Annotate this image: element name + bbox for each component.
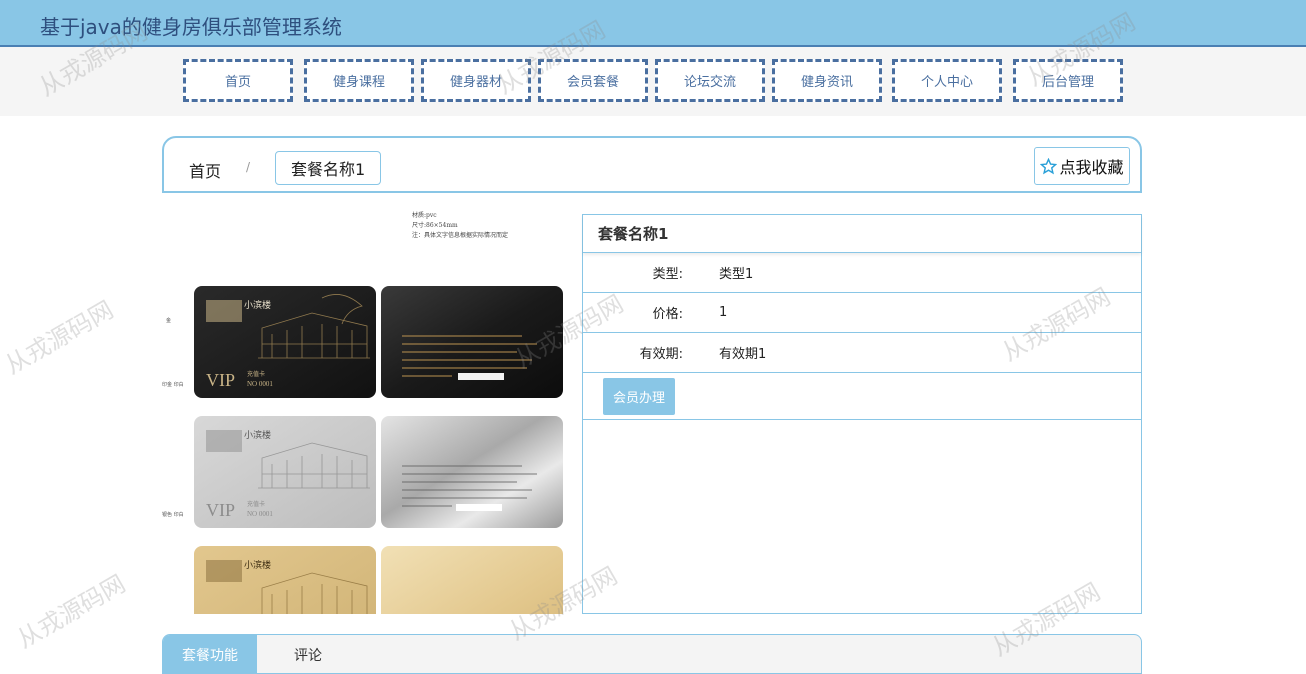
- top-header: 基于java的健身房俱乐部管理系统: [0, 0, 1306, 47]
- silver-card-back: [381, 416, 563, 528]
- side-label-1: 金: [166, 317, 171, 324]
- detail-row-price: 价格: 1: [583, 293, 1141, 333]
- spec-line-1: 材质:pvc: [412, 211, 437, 219]
- nav-item-admin[interactable]: 后台管理: [1013, 59, 1123, 102]
- favorite-label: 点我收藏: [1059, 158, 1124, 177]
- site-title: 基于java的健身房俱乐部管理系统: [40, 15, 342, 39]
- detail-row-validity: 有效期: 有效期1: [583, 333, 1141, 373]
- card-number-1: NO 0001: [247, 380, 273, 388]
- breadcrumb-current: 套餐名称1: [275, 151, 382, 185]
- card-brand-2: 小滨楼: [244, 429, 271, 441]
- detail-value: 有效期1: [719, 347, 767, 362]
- product-image: 材质:pvc 尺寸:86×54mm 注：具体文字信息根据实际情况而定 金 印金 …: [162, 208, 566, 614]
- card-brand-3: 小滨楼: [244, 559, 271, 571]
- gold-card-front: 小滨楼: [194, 546, 376, 614]
- detail-label: 类型:: [652, 267, 683, 282]
- join-membership-button[interactable]: 会员办理: [603, 377, 676, 415]
- side-label-2: 印金 印白: [162, 381, 184, 388]
- card-vip-1: VIP: [206, 370, 235, 390]
- detail-row-type: 类型: 类型1: [583, 253, 1141, 293]
- star-outline-icon: [1040, 157, 1058, 174]
- card-number-2: NO 0001: [247, 510, 273, 518]
- nav-item-profile[interactable]: 个人中心: [892, 59, 1002, 102]
- watermark: 从戎源码网: [0, 295, 119, 380]
- watermark: 从戎源码网: [12, 569, 131, 654]
- breadcrumb-separator: /: [246, 160, 251, 174]
- main-nav: 首页 健身课程 健身器材 会员套餐 论坛交流 健身资讯 个人中心 后台管理: [0, 47, 1306, 116]
- spec-line-3: 注：具体文字信息根据实际情况而定: [412, 231, 508, 239]
- package-detail-panel: 套餐名称1 类型: 类型1 价格: 1 有效期: 有效期1 会员办理: [582, 214, 1142, 614]
- favorite-button[interactable]: 点我收藏: [1034, 147, 1130, 185]
- nav-item-courses[interactable]: 健身课程: [304, 59, 414, 102]
- nav-item-home[interactable]: 首页: [183, 59, 293, 102]
- nav-item-equipment[interactable]: 健身器材: [421, 59, 531, 102]
- breadcrumb: 首页 / 套餐名称1 点我收藏: [162, 136, 1142, 193]
- silver-card-front: 小滨楼 VIP 充值卡 NO 0001: [194, 416, 376, 528]
- detail-tabs: 套餐功能 评论: [162, 634, 1142, 674]
- black-card-back: [381, 286, 563, 398]
- nav-item-news[interactable]: 健身资讯: [772, 59, 882, 102]
- side-label-3: 银色 印白: [162, 511, 184, 518]
- card-vip-2: VIP: [206, 500, 235, 520]
- detail-label: 价格:: [652, 307, 683, 322]
- nav-item-forum[interactable]: 论坛交流: [655, 59, 765, 102]
- breadcrumb-home[interactable]: 首页: [189, 158, 221, 182]
- card-brand-1: 小滨楼: [244, 299, 271, 311]
- gold-card-back: [381, 546, 563, 614]
- detail-label: 有效期:: [639, 347, 683, 362]
- detail-value: 类型1: [719, 267, 754, 282]
- package-title: 套餐名称1: [583, 215, 1141, 253]
- black-card-front: 小滨楼 VIP 充值卡 NO 0001: [194, 286, 376, 398]
- card-type-2: 充值卡: [247, 500, 265, 508]
- detail-actions: 会员办理: [583, 373, 1141, 420]
- card-type-1: 充值卡: [247, 370, 265, 378]
- detail-value: 1: [719, 305, 728, 320]
- nav-item-packages[interactable]: 会员套餐: [538, 59, 648, 102]
- spec-line-2: 尺寸:86×54mm: [412, 221, 458, 229]
